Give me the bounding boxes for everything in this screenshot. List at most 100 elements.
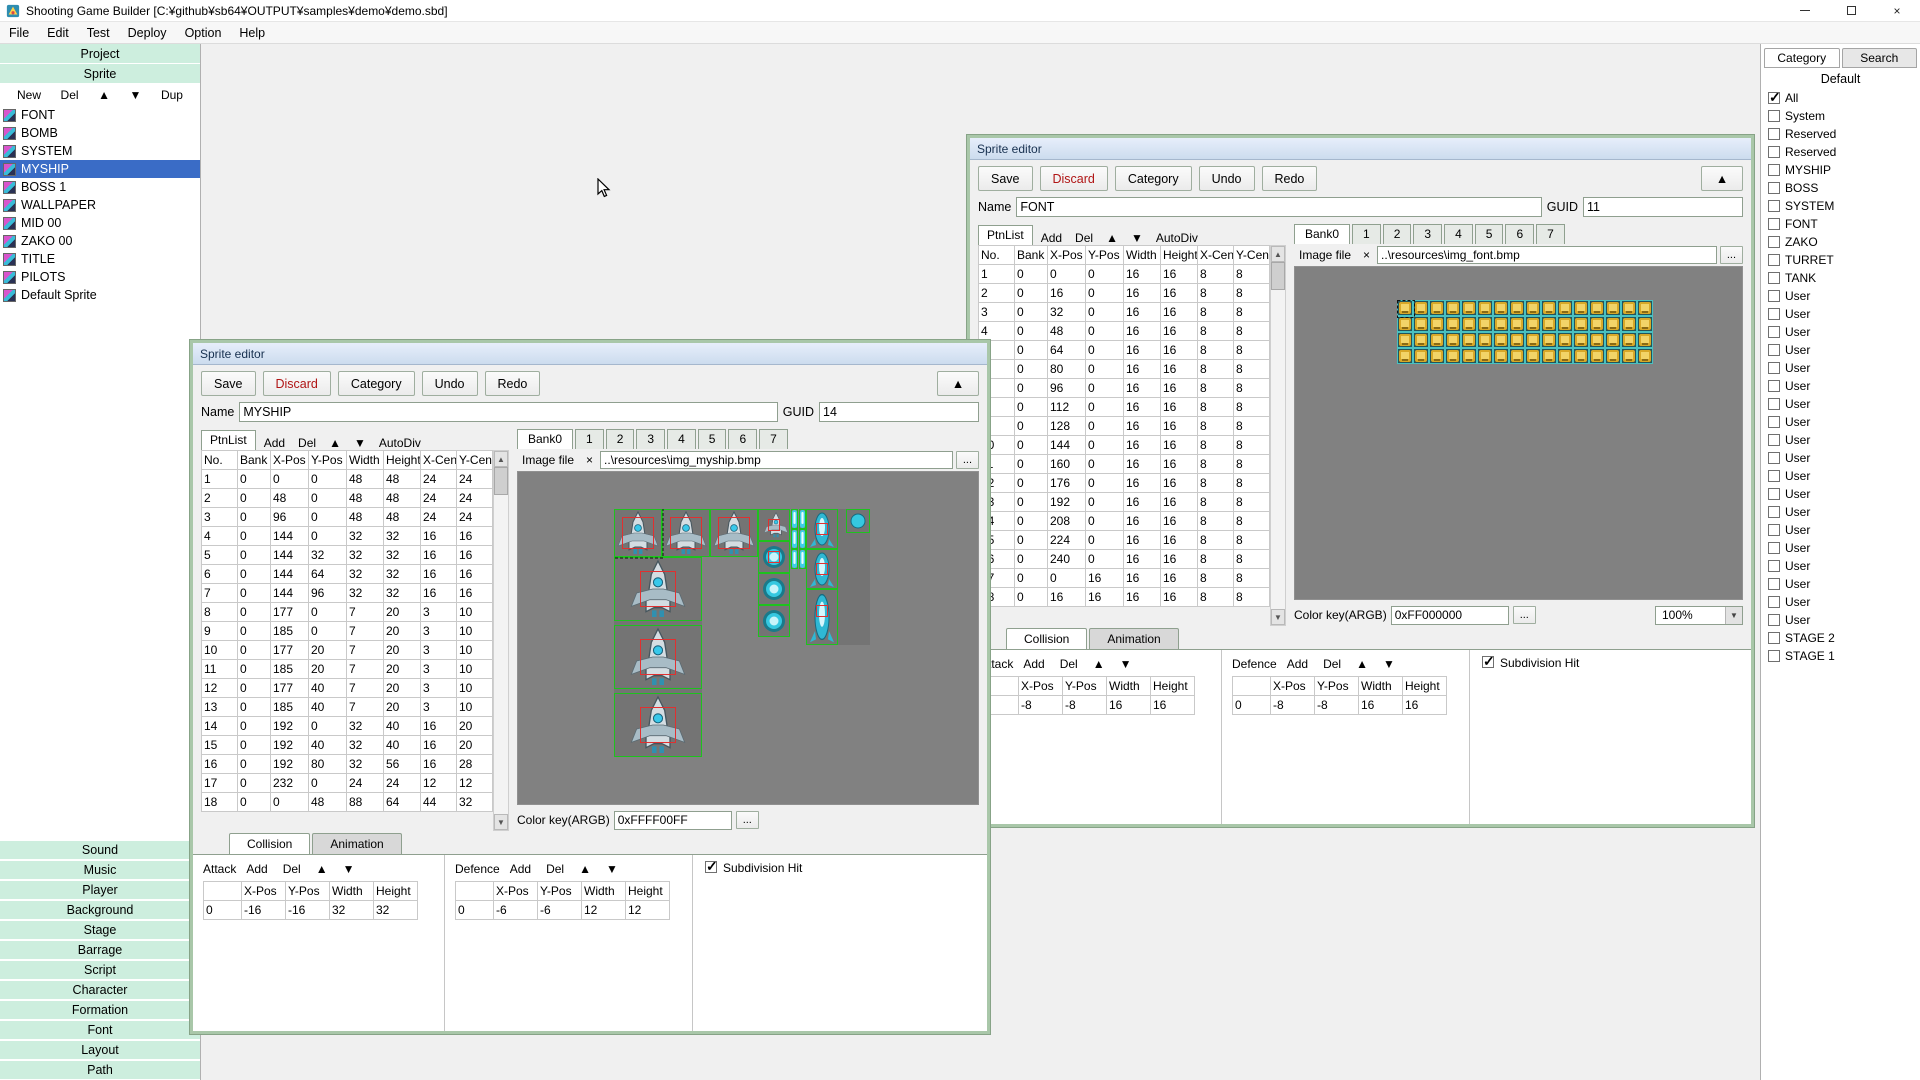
category-item[interactable]: SYSTEM — [1761, 197, 1920, 215]
delete-pattern-button[interactable]: Del — [293, 436, 321, 450]
scroll-down-button[interactable]: ▼ — [1271, 609, 1285, 625]
image-path-input[interactable] — [600, 451, 953, 469]
scrollbar-thumb[interactable] — [1271, 262, 1285, 290]
sprite-preview-area[interactable] — [1294, 266, 1743, 600]
add-pattern-button[interactable]: Add — [1036, 231, 1067, 245]
resource-section-bar[interactable]: Barrage — [0, 940, 200, 960]
pattern-row[interactable]: 70960161688 — [979, 379, 1270, 398]
category-checkbox[interactable] — [1768, 254, 1780, 266]
resource-section-bar[interactable]: Music — [0, 860, 200, 880]
image-file-button[interactable]: Image file — [1294, 248, 1356, 262]
category-checkbox[interactable] — [1768, 596, 1780, 608]
pattern-row[interactable]: 501443232321616 — [202, 546, 493, 565]
category-item[interactable]: User — [1761, 395, 1920, 413]
pattern-row[interactable]: 1301920161688 — [979, 493, 1270, 512]
move-up-button[interactable]: ▲ — [1101, 231, 1123, 245]
colorkey-browse-button[interactable]: ... — [1513, 606, 1536, 624]
pattern-row[interactable]: 170232024241212 — [202, 774, 493, 793]
category-item[interactable]: User — [1761, 485, 1920, 503]
discard-button[interactable]: Discard — [1040, 166, 1108, 191]
category-item[interactable]: User — [1761, 287, 1920, 305]
resource-section-bar[interactable]: Sound — [0, 840, 200, 860]
category-checkbox[interactable] — [1768, 560, 1780, 572]
category-item[interactable]: User — [1761, 503, 1920, 521]
guid-input[interactable] — [1583, 197, 1743, 217]
defence-add-button[interactable]: Add — [1282, 657, 1313, 671]
move-down-button[interactable]: ▼ — [349, 436, 371, 450]
menu-item[interactable]: Deploy — [119, 26, 176, 40]
bank-tab[interactable]: 2 — [606, 429, 635, 449]
attack-down-button[interactable]: ▼ — [1115, 657, 1137, 671]
category-checkbox[interactable] — [1768, 416, 1780, 428]
category-item[interactable]: Reserved — [1761, 143, 1920, 161]
category-button[interactable]: Category — [1115, 166, 1192, 191]
pattern-row[interactable]: 1201760161688 — [979, 474, 1270, 493]
pattern-row[interactable]: 1601928032561628 — [202, 755, 493, 774]
scroll-up-button[interactable]: ▲ — [494, 451, 508, 467]
close-button[interactable]: × — [1874, 0, 1920, 21]
category-button[interactable]: Category — [338, 371, 415, 396]
attack-add-button[interactable]: Add — [1018, 657, 1049, 671]
attack-delete-button[interactable]: Del — [1055, 657, 1083, 671]
defence-down-button[interactable]: ▼ — [601, 862, 623, 876]
category-item[interactable]: User — [1761, 557, 1920, 575]
image-path-input[interactable] — [1377, 246, 1717, 264]
pattern-row[interactable]: 901280161688 — [979, 417, 1270, 436]
pattern-row[interactable]: 100048482424 — [202, 470, 493, 489]
category-checkbox[interactable] — [1768, 578, 1780, 590]
category-checkbox[interactable] — [1768, 650, 1780, 662]
save-button[interactable]: Save — [978, 166, 1033, 191]
collapse-button[interactable]: ▲ — [937, 371, 979, 396]
sprite-list-item[interactable]: BOSS 1 — [0, 178, 200, 196]
save-button[interactable]: Save — [201, 371, 256, 396]
resource-section-bar[interactable]: Background — [0, 900, 200, 920]
redo-button[interactable]: Redo — [485, 371, 541, 396]
sprite-toolbar-button[interactable]: ▲ — [93, 88, 115, 102]
autodiv-button[interactable]: AutoDiv — [1151, 231, 1203, 245]
sprite-list-item[interactable]: ZAKO 00 — [0, 232, 200, 250]
menu-item[interactable]: Option — [176, 26, 231, 40]
bottom-tab[interactable]: Collision — [1006, 628, 1087, 649]
pattern-row[interactable]: 2048048482424 — [202, 489, 493, 508]
pattern-row[interactable]: 11018520720310 — [202, 660, 493, 679]
resource-section-bar[interactable]: Player — [0, 880, 200, 900]
sprite-toolbar-button[interactable]: Dup — [156, 88, 188, 102]
resource-section-bar[interactable]: Script — [0, 960, 200, 980]
attack-up-button[interactable]: ▲ — [311, 862, 333, 876]
category-item[interactable]: BOSS — [1761, 179, 1920, 197]
pattern-row[interactable]: 801770720310 — [202, 603, 493, 622]
pattern-row[interactable]: 20160161688 — [979, 284, 1270, 303]
category-checkbox[interactable] — [1768, 488, 1780, 500]
bottom-tab[interactable]: Animation — [1089, 628, 1178, 649]
sprite-list-item[interactable]: BOMB — [0, 124, 200, 142]
category-item[interactable]: User — [1761, 323, 1920, 341]
colorkey-browse-button[interactable]: ... — [736, 811, 759, 829]
category-item[interactable]: User — [1761, 467, 1920, 485]
bank-tab[interactable]: 7 — [1536, 224, 1565, 244]
pattern-row[interactable]: 140192032401620 — [202, 717, 493, 736]
sprite-toolbar-button[interactable]: ▼ — [125, 88, 147, 102]
collapse-button[interactable]: ▲ — [1701, 166, 1743, 191]
bank-tab[interactable]: 1 — [1352, 224, 1381, 244]
subdivision-checkbox[interactable] — [705, 861, 717, 873]
attack-down-button[interactable]: ▼ — [338, 862, 360, 876]
resource-section-bar[interactable]: Character — [0, 980, 200, 1000]
attack-row[interactable]: 0-8-81616 — [981, 696, 1195, 715]
colorkey-input[interactable] — [614, 811, 732, 830]
resource-section-bar[interactable]: Formation — [0, 1000, 200, 1020]
colorkey-input[interactable] — [1391, 606, 1509, 625]
category-item[interactable]: STAGE 1 — [1761, 647, 1920, 665]
category-item[interactable]: User — [1761, 449, 1920, 467]
bank-tab[interactable]: Bank0 — [517, 429, 573, 449]
category-checkbox[interactable] — [1768, 128, 1780, 140]
pattern-row[interactable]: 601446432321616 — [202, 565, 493, 584]
attack-up-button[interactable]: ▲ — [1088, 657, 1110, 671]
undo-button[interactable]: Undo — [422, 371, 478, 396]
bank-tab[interactable]: 2 — [1383, 224, 1412, 244]
category-checkbox[interactable] — [1768, 236, 1780, 248]
category-item[interactable]: TANK — [1761, 269, 1920, 287]
clear-image-button[interactable]: × — [582, 453, 597, 467]
name-input[interactable] — [239, 402, 777, 422]
defence-down-button[interactable]: ▼ — [1378, 657, 1400, 671]
category-item[interactable]: MYSHIP — [1761, 161, 1920, 179]
